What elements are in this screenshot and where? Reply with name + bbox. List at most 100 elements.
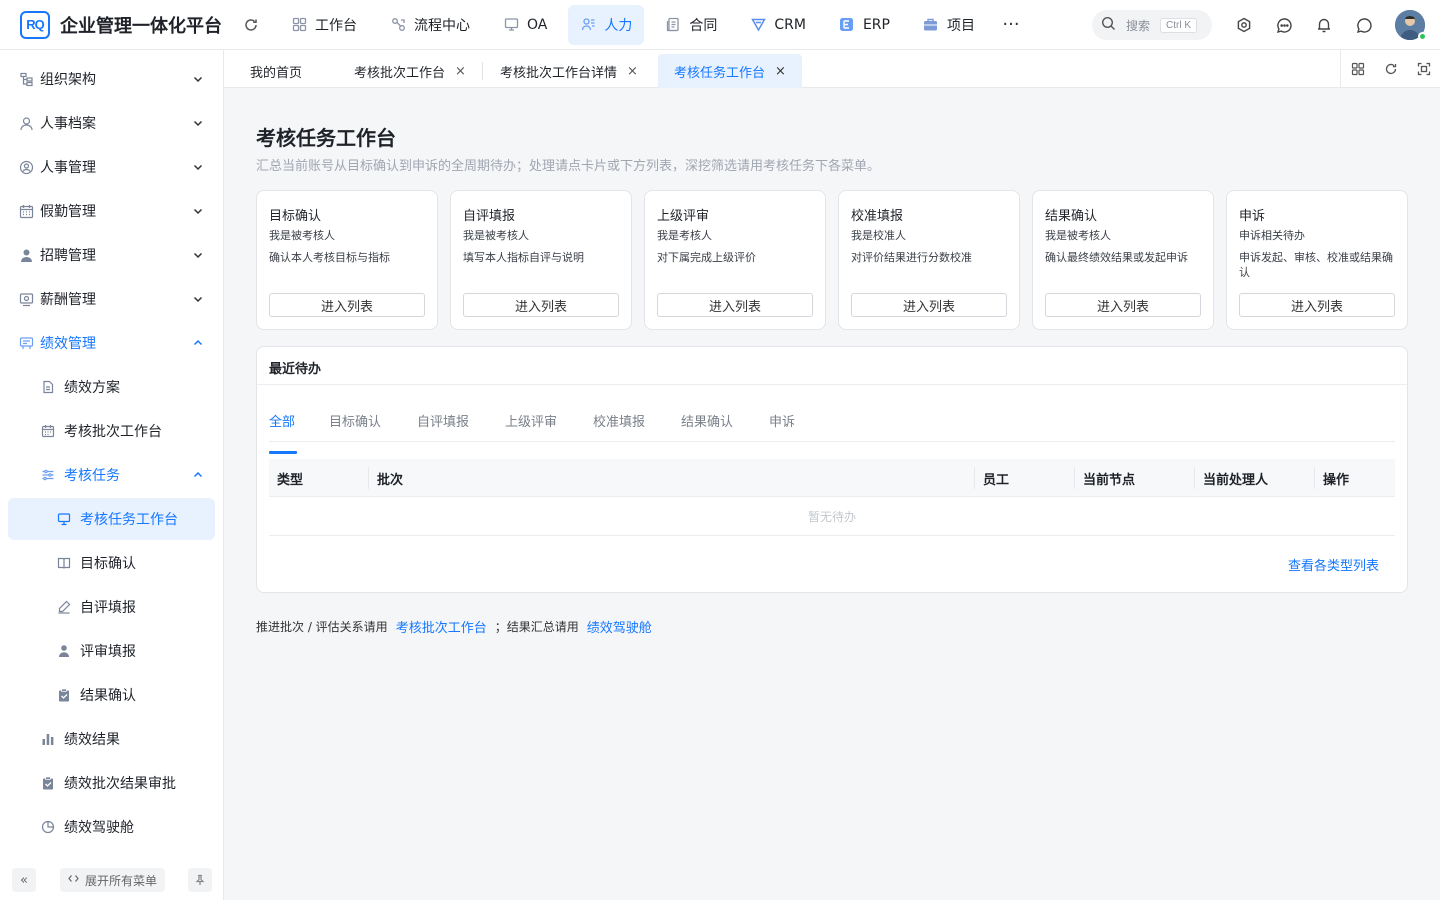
code-icon (68, 873, 79, 887)
nav-item-crm[interactable]: CRM (738, 5, 818, 45)
user-icon (18, 115, 34, 131)
enter-list-button[interactable]: 进入列表 (269, 293, 425, 317)
grid-icon[interactable] (1341, 50, 1374, 88)
view-type-lists-link[interactable]: 查看各类型列表 (1288, 555, 1379, 574)
nav-item-label: 合同 (689, 17, 718, 34)
message-icon[interactable] (1270, 10, 1298, 40)
sidebar-item-batch-approval[interactable]: 绩效批次结果审批 (8, 762, 215, 804)
close-icon[interactable]: × (627, 64, 638, 79)
tab-result-confirm[interactable]: 结果确认 (681, 411, 733, 430)
bell-icon[interactable] (1310, 10, 1338, 40)
enter-list-button[interactable]: 进入列表 (463, 293, 619, 317)
card-calibration[interactable]: 校准填报 我是校准人 对评价结果进行分数校准 进入列表 (838, 190, 1020, 330)
sidebar-item-salary[interactable]: 薪酬管理 (8, 278, 215, 320)
tab-all[interactable]: 全部 (269, 411, 297, 454)
sidebar-item-attendance[interactable]: 假勤管理 (8, 190, 215, 232)
tab-calibration[interactable]: 校准填报 (593, 411, 645, 430)
chat-icon[interactable] (1350, 10, 1378, 40)
enter-list-button[interactable]: 进入列表 (1239, 293, 1395, 317)
tab-goal-confirm[interactable]: 目标确认 (329, 411, 381, 430)
card-goal-confirm[interactable]: 目标确认 我是被考核人 确认本人考核目标与指标 进入列表 (256, 190, 438, 330)
sidebar-item-label: 假勤管理 (40, 204, 96, 220)
file-icon (40, 379, 56, 395)
sidebar-item-label: 招聘管理 (40, 248, 96, 264)
card-supervisor-review[interactable]: 上级评审 我是考核人 对下属完成上级评价 进入列表 (644, 190, 826, 330)
tab-label: 我的首页 (250, 65, 303, 81)
tab-divider (482, 62, 483, 80)
card-role: 我是被考核人 (1045, 229, 1111, 242)
recent-todos-panel: 最近待办 全部 目标确认 自评填报 上级评审 校准填报 结果确认 申诉 类型 批… (256, 346, 1408, 593)
enter-list-button[interactable]: 进入列表 (851, 293, 1007, 317)
nav-item-oa[interactable]: OA (491, 5, 559, 45)
nav-item-label: 项目 (946, 17, 975, 34)
nav-item-contract[interactable]: 合同 (653, 5, 729, 45)
column-divider (1314, 467, 1315, 489)
sidebar-item-label: 评审填报 (80, 644, 136, 660)
refresh-icon[interactable] (1374, 50, 1407, 88)
chevron-down-icon (191, 72, 205, 86)
close-icon[interactable]: × (775, 64, 786, 79)
clipboard-check-icon (40, 775, 56, 791)
sidebar-item-org[interactable]: 组织架构 (8, 58, 215, 100)
calendar-icon (40, 423, 56, 439)
close-icon[interactable]: × (455, 64, 466, 79)
sidebar-item-recruitment[interactable]: 招聘管理 (8, 234, 215, 276)
nav-item-hr[interactable]: 人力 (568, 4, 645, 45)
sidebar-item-self-eval[interactable]: 自评填报 (8, 586, 215, 628)
enter-list-button[interactable]: 进入列表 (1045, 293, 1201, 317)
app-logo[interactable]: RQ 企业管理一体化平台 (20, 10, 225, 39)
monitor-icon (56, 511, 72, 527)
sidebar-item-review-fill[interactable]: 评审填报 (8, 630, 215, 672)
tab-tools (1340, 50, 1440, 88)
sidebar-item-batch-workbench[interactable]: 考核批次工作台 (8, 410, 215, 452)
tab-home[interactable]: 我的首页 (250, 54, 302, 88)
expand-all-label: 展开所有菜单 (84, 873, 157, 888)
sidebar-item-performance[interactable]: 绩效管理 (8, 322, 215, 364)
sidebar-item-label: 自评填报 (80, 600, 136, 616)
fullscreen-icon[interactable] (1407, 50, 1440, 88)
nav-more-button[interactable]: ··· (996, 10, 1026, 40)
refresh-icon[interactable] (237, 11, 265, 39)
tab-task-workbench[interactable]: 考核任务工作台 × (658, 54, 802, 88)
card-self-eval[interactable]: 自评填报 我是被考核人 填写本人指标自评与说明 进入列表 (450, 190, 632, 330)
cockpit-link[interactable]: 绩效驾驶舱 (587, 617, 652, 636)
sidebar-item-personnel-mgmt[interactable]: 人事管理 (8, 146, 215, 188)
batch-workbench-link[interactable]: 考核批次工作台 (396, 617, 487, 636)
sidebar-item-task-workbench[interactable]: 考核任务工作台 (8, 498, 215, 540)
card-result-confirm[interactable]: 结果确认 我是被考核人 确认最终绩效结果或发起申诉 进入列表 (1032, 190, 1214, 330)
sidebar-item-personnel-files[interactable]: 人事档案 (8, 102, 215, 144)
sidebar-item-perf-results[interactable]: 绩效结果 (8, 718, 215, 760)
panel-title: 最近待办 (269, 362, 322, 377)
performance-icon (18, 335, 34, 351)
sidebar-item-label: 考核任务 (64, 468, 120, 484)
card-title: 申诉 (1239, 209, 1266, 224)
card-description: 对下属完成上级评价 (657, 251, 756, 264)
sidebar-item-cockpit[interactable]: 绩效驾驶舱 (8, 806, 215, 848)
card-role: 我是被考核人 (269, 229, 335, 242)
sidebar-item-assessment-tasks[interactable]: 考核任务 (8, 454, 215, 496)
pin-icon[interactable] (188, 868, 212, 892)
settings-icon[interactable] (1230, 10, 1258, 40)
expand-all-menus-button[interactable]: 展开所有菜单 (60, 868, 165, 892)
collapse-sidebar-button[interactable]: « (12, 868, 36, 892)
sidebar-item-result-confirm[interactable]: 结果确认 (8, 674, 215, 716)
search-shortcut: Ctrl K (1160, 17, 1198, 33)
sidebar-item-goal-confirm[interactable]: 目标确认 (8, 542, 215, 584)
nav-item-flow[interactable]: 流程中心 (378, 5, 482, 45)
card-appeal[interactable]: 申诉 申诉相关待办 申诉发起、审核、校准或结果确认 进入列表 (1226, 190, 1408, 330)
tab-batch-workbench[interactable]: 考核批次工作台 × (354, 54, 466, 88)
footnote-prefix: 推进批次 / 评估关系请用 (256, 620, 388, 634)
sidebar-item-perf-plan[interactable]: 绩效方案 (8, 366, 215, 408)
tab-self-eval[interactable]: 自评填报 (417, 411, 469, 430)
enter-list-button[interactable]: 进入列表 (657, 293, 813, 317)
tab-supervisor-review[interactable]: 上级评审 (505, 411, 557, 430)
card-role: 我是校准人 (851, 229, 906, 242)
tab-batch-workbench-detail[interactable]: 考核批次工作台详情 × (500, 54, 638, 88)
nav-item-project[interactable]: 项目 (911, 5, 987, 45)
search-box[interactable]: 搜索 Ctrl K (1092, 10, 1212, 40)
nav-item-workbench[interactable]: 工作台 (279, 5, 369, 45)
card-description: 申诉发起、审核、校准或结果确认 (1239, 251, 1393, 279)
column-header-current-node: 当前节点 (1083, 473, 1136, 488)
nav-item-erp[interactable]: ERP (827, 5, 902, 45)
tab-appeal[interactable]: 申诉 (769, 411, 795, 430)
